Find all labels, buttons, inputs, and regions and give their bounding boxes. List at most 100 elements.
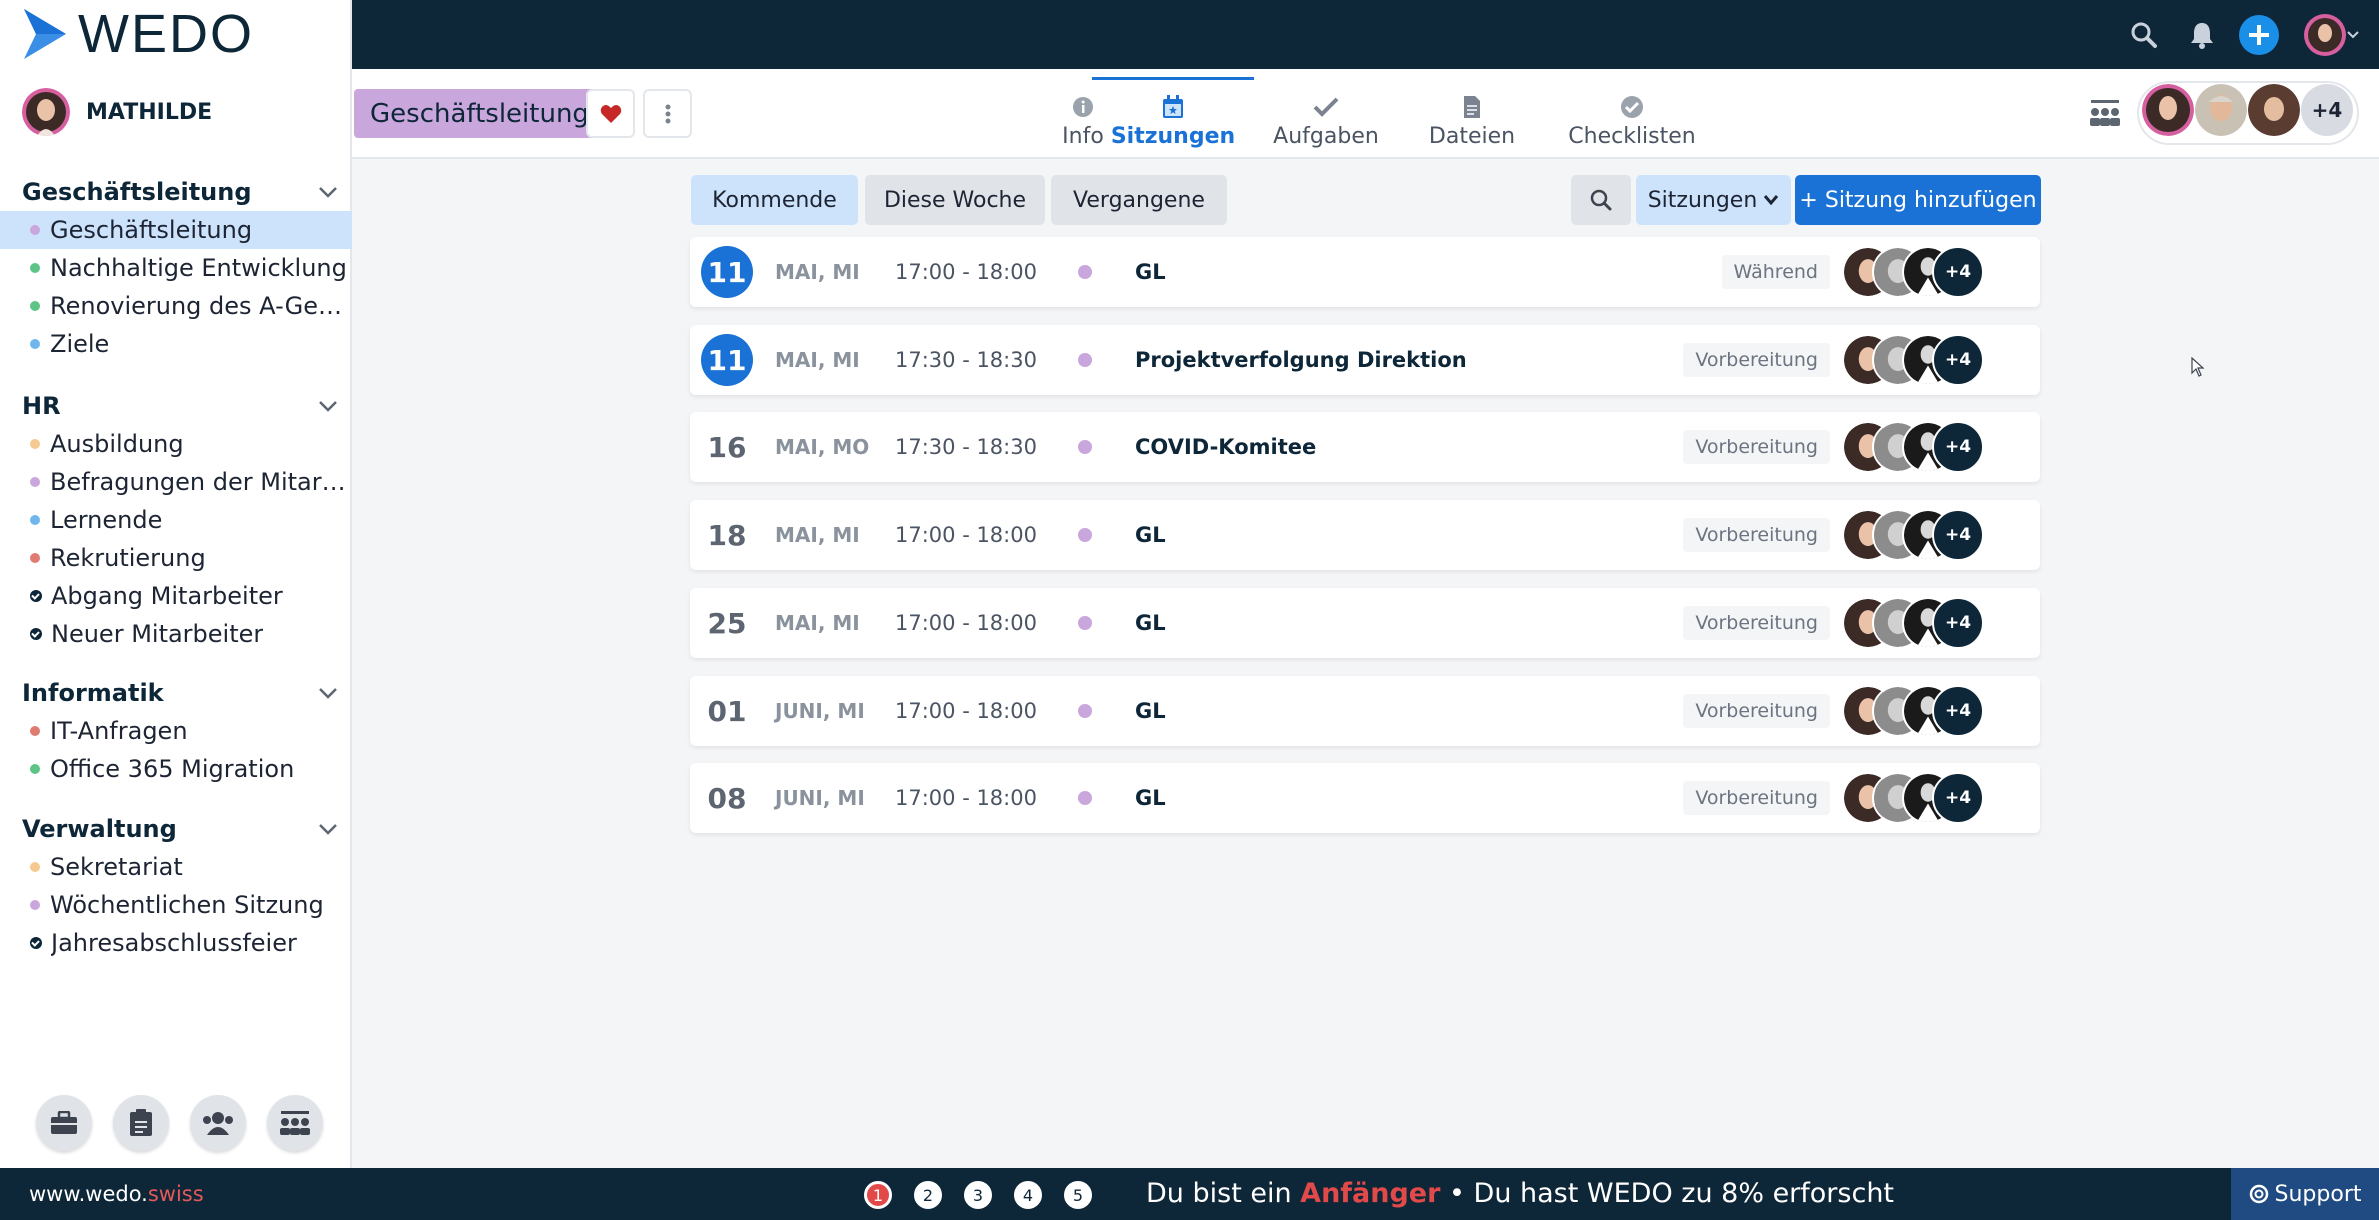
lifebuoy-icon [2249, 1184, 2268, 1204]
attendees-more: +4 [1932, 772, 1984, 824]
attendee-avatars[interactable]: +4 [1842, 509, 2032, 561]
meeting-row[interactable]: 01 JUNI, MI 17:00 - 18:00 GL Vorbereitung +4 [690, 676, 2040, 746]
sidebar-item[interactable]: Lernende [0, 501, 352, 539]
meeting-name[interactable]: GL [1135, 523, 1166, 547]
tab-aufgaben[interactable]: Aufgaben [1256, 77, 1396, 157]
sidebar-item-label: Rekrutierung [50, 544, 206, 572]
filter-past[interactable]: Vergangene [1051, 175, 1227, 225]
sidebar: WEDO MATHILDE Geschäftsleitung Geschäftsl… [0, 0, 352, 1168]
meeting-name[interactable]: GL [1135, 260, 1166, 284]
onboarding-step[interactable]: 3 [964, 1181, 992, 1209]
add-button[interactable] [2238, 14, 2280, 56]
attendee-avatars[interactable]: +4 [1842, 334, 2032, 386]
sidebar-section-header[interactable]: Verwaltung [0, 810, 352, 848]
sidebar-item[interactable]: Rekrutierung [0, 539, 352, 577]
users-button[interactable] [190, 1095, 246, 1151]
user-profile[interactable]: MATHILDE [22, 88, 212, 136]
briefcase-button[interactable] [36, 1095, 92, 1151]
sidebar-section-header[interactable]: HR [0, 387, 352, 425]
sidebar-item-label: Befragungen der Mitarbeiter [50, 468, 350, 496]
search-icon [2131, 22, 2157, 48]
search-button[interactable] [2123, 14, 2165, 56]
sidebar-section-header[interactable]: Geschäftsleitung [0, 173, 352, 211]
sidebar-item-label: Jahresabschlussfeier [51, 929, 297, 957]
chevron-down-icon[interactable] [314, 178, 342, 206]
tab-sitzungen[interactable]: Sitzungen [1092, 77, 1254, 157]
sidebar-item[interactable]: Office 365 Migration [0, 750, 352, 788]
meeting-type-select[interactable]: Sitzungen [1636, 175, 1791, 225]
sidebar-item[interactable]: Neuer Mitarbeiter [0, 615, 352, 653]
support-button[interactable]: Support [2231, 1168, 2379, 1220]
attendee-avatars[interactable]: +4 [1842, 421, 2032, 473]
sidebar-item[interactable]: IT-Anfragen [0, 712, 352, 750]
meeting-name[interactable]: COVID-Komitee [1135, 435, 1316, 459]
onboarding-step[interactable]: 4 [1014, 1181, 1042, 1209]
search-meetings-button[interactable] [1571, 175, 1631, 225]
tab-dateien[interactable]: Dateien [1407, 77, 1537, 157]
sidebar-item[interactable]: Wöchentlichen Sitzung [0, 886, 352, 924]
meeting-name[interactable]: GL [1135, 786, 1166, 810]
onboarding-step[interactable]: 1 [864, 1181, 892, 1209]
chevron-down-icon[interactable] [314, 815, 342, 843]
sidebar-item-label: Abgang Mitarbeiter [51, 582, 283, 610]
members-button[interactable] [2087, 99, 2123, 131]
team-button[interactable] [267, 1095, 323, 1151]
account-menu[interactable] [2302, 14, 2362, 56]
chevron-down-icon[interactable] [314, 679, 342, 707]
attendee-avatars[interactable]: +4 [1842, 597, 2032, 649]
chevron-down-icon [2347, 31, 2359, 39]
meeting-row[interactable]: 25 MAI, MI 17:00 - 18:00 GL Vorbereitung +4 [690, 588, 2040, 658]
meeting-month: JUNI, MI [775, 786, 865, 810]
meeting-row[interactable]: 18 MAI, MI 17:00 - 18:00 GL Vorbereitung +4 [690, 500, 2040, 570]
sidebar-item[interactable]: Jahresabschlussfeier [0, 924, 352, 962]
attendees-more: +4 [1932, 334, 1984, 386]
sidebar-item[interactable]: Befragungen der Mitarbeiter [0, 463, 352, 501]
search-icon [1590, 189, 1612, 211]
filter-upcoming[interactable]: Kommende [691, 175, 858, 225]
favorite-button[interactable] [586, 89, 635, 138]
sidebar-section-header[interactable]: Informatik [0, 674, 352, 712]
sidebar-item-label: Wöchentlichen Sitzung [50, 891, 324, 919]
sidebar-item[interactable]: Sekretariat [0, 848, 352, 886]
tab-checklisten[interactable]: Checklisten [1552, 77, 1712, 157]
meeting-name[interactable]: Projektverfolgung Direktion [1135, 348, 1467, 372]
meeting-time: 17:30 - 18:30 [895, 435, 1037, 459]
attendee-avatars[interactable]: +4 [1842, 685, 2032, 737]
avatar [2304, 14, 2346, 56]
meeting-name[interactable]: GL [1135, 611, 1166, 635]
meeting-name[interactable]: GL [1135, 699, 1166, 723]
sidebar-item[interactable]: Nachhaltige Entwicklung [0, 249, 352, 287]
sidebar-item[interactable]: Ausbildung [0, 425, 352, 463]
color-dot [30, 900, 40, 910]
sidebar-section: Verwaltung Sekretariat Wöchentlichen Sitzu… [0, 810, 352, 962]
filter-this-week[interactable]: Diese Woche [865, 175, 1045, 225]
logo[interactable]: WEDO [22, 4, 254, 64]
add-meeting-button[interactable]: + Sitzung hinzufügen [1795, 175, 2041, 225]
meeting-row[interactable]: 11 MAI, MI 17:30 - 18:30 Projektverfolgung … [690, 325, 2040, 395]
chevron-down-icon[interactable] [314, 392, 342, 420]
sidebar-item[interactable]: Ziele [0, 325, 352, 363]
clipboard-button[interactable] [113, 1095, 169, 1151]
sidebar-item[interactable]: Abgang Mitarbeiter [0, 577, 352, 615]
briefcase-icon [51, 1111, 77, 1134]
site-link[interactable]: www.wedo.swiss [29, 1182, 204, 1206]
meeting-row[interactable]: 16 MAI, MO 17:30 - 18:30 COVID-Komitee Vorbe… [690, 412, 2040, 482]
clipboard-icon [130, 1109, 152, 1136]
sidebar-item[interactable]: Geschäftsleitung [0, 211, 352, 249]
members-more[interactable]: +4 [2301, 84, 2353, 136]
meeting-row[interactable]: 08 JUNI, MI 17:00 - 18:00 GL Vorbereitung +4 [690, 763, 2040, 833]
meeting-time: 17:00 - 18:00 [895, 611, 1037, 635]
notifications-button[interactable] [2181, 14, 2223, 56]
onboarding-step[interactable]: 2 [914, 1181, 942, 1209]
meeting-row[interactable]: 11 MAI, MI 17:00 - 18:00 GL Während +4 [690, 237, 2040, 307]
more-options-button[interactable] [643, 89, 692, 138]
color-dot [30, 263, 40, 273]
sidebar-section-title: Verwaltung [22, 815, 177, 843]
sidebar-item[interactable]: Renovierung des A-Gebäudes [0, 287, 352, 325]
attendee-avatars[interactable]: +4 [1842, 772, 2032, 824]
onboarding-step[interactable]: 5 [1064, 1181, 1092, 1209]
attendees-more: +4 [1932, 597, 1984, 649]
attendee-avatars[interactable]: +4 [1842, 246, 2032, 298]
team-icon [2090, 100, 2120, 126]
workspace-title[interactable]: Geschäftsleitung [354, 89, 605, 138]
